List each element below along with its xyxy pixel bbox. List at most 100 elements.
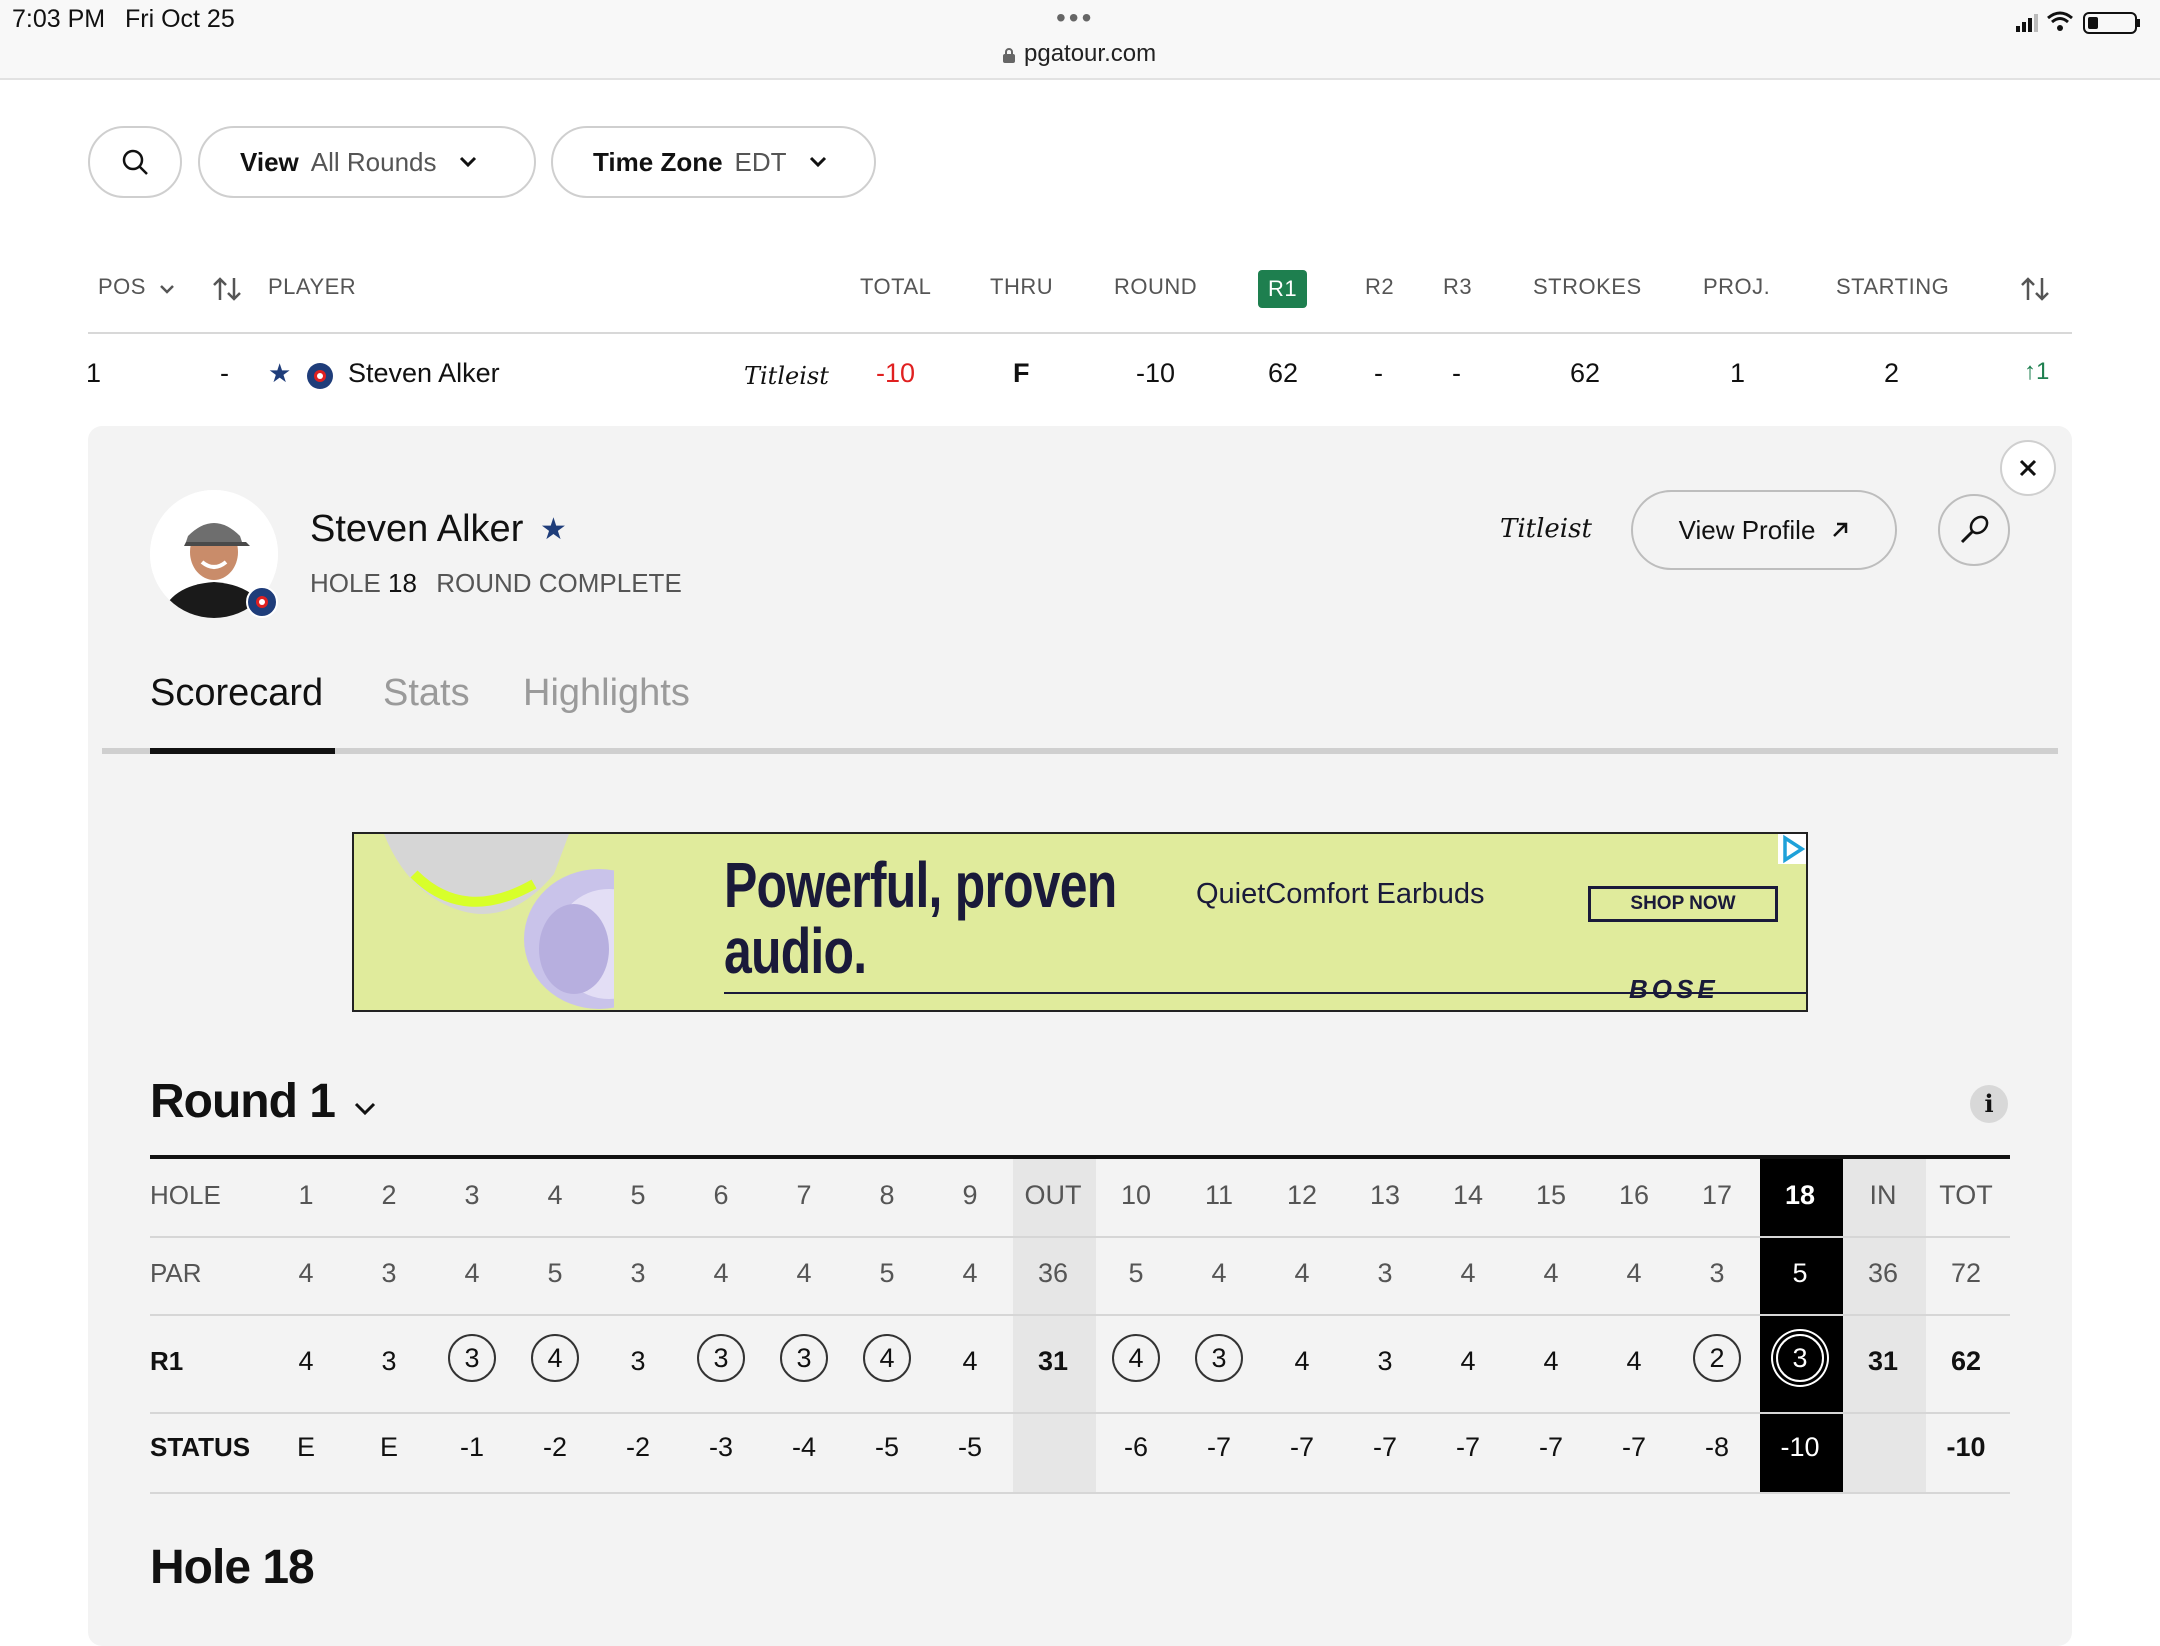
col-proj-header[interactable]: PROJ. xyxy=(1703,274,1770,300)
score-cell: 3 xyxy=(1760,1334,1840,1382)
search-button[interactable] xyxy=(88,126,182,198)
header-divider xyxy=(88,332,2072,334)
view-profile-button[interactable]: View Profile xyxy=(1631,490,1897,570)
col-pos-label: POS xyxy=(98,274,146,299)
hole-number-cell: 11 xyxy=(1204,1180,1234,1210)
status-cell: -7 xyxy=(1455,1432,1480,1462)
round-title: Round 1 xyxy=(150,1075,336,1128)
status-cell: -4 xyxy=(791,1432,816,1462)
birdie-circle: 3 xyxy=(1195,1334,1243,1382)
par-cell: 4 xyxy=(796,1258,812,1288)
ad-headline: Powerful, proven audio. xyxy=(724,849,1117,987)
col-thru-header[interactable]: THRU xyxy=(990,274,1053,300)
score-cell: 2 xyxy=(1677,1334,1757,1382)
round-status: ROUND COMPLETE xyxy=(436,568,682,598)
chevron-down-icon xyxy=(459,156,476,168)
address-bar[interactable]: pgatour.com xyxy=(1002,40,1156,68)
status-cell: -2 xyxy=(625,1432,650,1462)
row-label-r1: R1 xyxy=(150,1346,184,1376)
par-cell: 5 xyxy=(1792,1258,1808,1288)
system-icons xyxy=(2016,11,2140,34)
tab-scorecard[interactable]: Scorecard xyxy=(150,672,323,715)
hole-number-cell: 5 xyxy=(630,1180,646,1210)
chevron-down-icon xyxy=(809,156,826,168)
par-cell: 4 xyxy=(713,1258,729,1288)
status-cell: -7 xyxy=(1621,1432,1646,1462)
tab-highlights[interactable]: Highlights xyxy=(523,672,690,715)
hole-number-cell: IN xyxy=(1869,1180,1897,1210)
scorecard-row-divider xyxy=(150,1314,2010,1316)
col-r1-header[interactable]: R1 xyxy=(1258,270,1308,308)
status-cell: -8 xyxy=(1704,1432,1729,1462)
scorecard-top-rule xyxy=(150,1155,2010,1159)
col-r2-header[interactable]: R2 xyxy=(1365,274,1394,300)
col-pos-header[interactable]: POS xyxy=(98,274,175,300)
status-cell: -7 xyxy=(1538,1432,1563,1462)
score-cell: 31 xyxy=(1037,1346,1069,1376)
chevron-down-icon xyxy=(355,1102,376,1116)
chevron-down-icon xyxy=(159,285,174,294)
score-cell: 3 xyxy=(432,1334,512,1382)
timezone-dropdown[interactable]: Time Zone EDT xyxy=(551,126,876,198)
view-dropdown[interactable]: View All Rounds xyxy=(198,126,536,198)
hole-number-cell: 10 xyxy=(1120,1180,1152,1210)
par-cell: 5 xyxy=(879,1258,895,1288)
active-tab-indicator xyxy=(150,748,335,754)
bose-logo: BOSE xyxy=(1629,974,1719,1004)
info-icon[interactable]: i xyxy=(1970,1085,2008,1123)
birdie-circle: 4 xyxy=(1112,1334,1160,1382)
sort-icon[interactable] xyxy=(212,276,244,302)
ad-headline-line2: audio. xyxy=(724,915,867,987)
score-cell: 62 xyxy=(1950,1346,1982,1376)
hole-number-cell: 14 xyxy=(1452,1180,1484,1210)
col-player-header[interactable]: PLAYER xyxy=(268,274,356,300)
par-cell: 3 xyxy=(1377,1258,1393,1288)
close-button[interactable] xyxy=(2000,440,2056,496)
col-total-header[interactable]: TOTAL xyxy=(860,274,931,300)
advertisement-banner[interactable]: Powerful, proven audio. QuietComfort Ear… xyxy=(352,832,1808,1012)
favorite-star-icon[interactable]: ★ xyxy=(268,358,291,389)
col-strokes-header[interactable]: STROKES xyxy=(1533,274,1642,300)
browser-dots-icon[interactable]: ••• xyxy=(1056,2,1094,34)
hole-number-cell: 3 xyxy=(464,1180,480,1210)
col-starting-header[interactable]: STARTING xyxy=(1836,274,1949,300)
view-label: View xyxy=(240,146,299,177)
par-cell: 36 xyxy=(1037,1258,1069,1288)
sort-icon[interactable] xyxy=(2020,276,2052,302)
par-cell: 4 xyxy=(1460,1258,1476,1288)
hole-number-cell: 4 xyxy=(547,1180,563,1210)
flag-nz-icon xyxy=(246,586,278,618)
row-r2: - xyxy=(1374,358,1383,388)
signal-icon xyxy=(2016,14,2038,32)
scorecard-row-divider xyxy=(150,1236,2010,1238)
col-r3-header[interactable]: R3 xyxy=(1443,274,1472,300)
lock-icon xyxy=(1003,48,1015,63)
scorecard-row-divider xyxy=(150,1492,2010,1494)
hole-number-cell: 15 xyxy=(1535,1180,1567,1210)
score-cell: 4 xyxy=(847,1334,927,1382)
score-cell: 4 xyxy=(1543,1346,1559,1376)
par-cell: 5 xyxy=(547,1258,563,1288)
hole-number-cell: 1 xyxy=(298,1180,314,1210)
adchoices-icon[interactable] xyxy=(1778,834,1806,864)
microphone-icon xyxy=(1960,515,1989,544)
col-round-header[interactable]: ROUND xyxy=(1114,274,1197,300)
microphone-button[interactable] xyxy=(1938,494,2010,566)
row-player-name[interactable]: Steven Alker xyxy=(348,358,500,389)
round-selector[interactable]: Round 1 xyxy=(150,1074,377,1129)
score-cell: 3 xyxy=(630,1346,646,1376)
par-cell: 4 xyxy=(1543,1258,1559,1288)
favorite-star-icon[interactable]: ★ xyxy=(540,512,567,547)
tab-stats[interactable]: Stats xyxy=(383,672,470,715)
scorecard-row-divider xyxy=(150,1412,2010,1414)
ad-headline-line1: Powerful, proven xyxy=(724,849,1117,921)
player-status-line: HOLE 18 ROUND COMPLETE xyxy=(310,568,682,599)
birdie-circle: 3 xyxy=(1776,1334,1824,1382)
status-date: Fri Oct 25 xyxy=(125,5,235,33)
score-cell: 4 xyxy=(1460,1346,1476,1376)
ad-shop-now-button[interactable]: SHOP NOW xyxy=(1588,886,1778,922)
status-cell: -10 xyxy=(1780,1432,1820,1462)
score-cell: 4 xyxy=(962,1346,978,1376)
wifi-icon xyxy=(2047,11,2073,31)
titleist-logo: Titleist xyxy=(1500,514,1592,544)
